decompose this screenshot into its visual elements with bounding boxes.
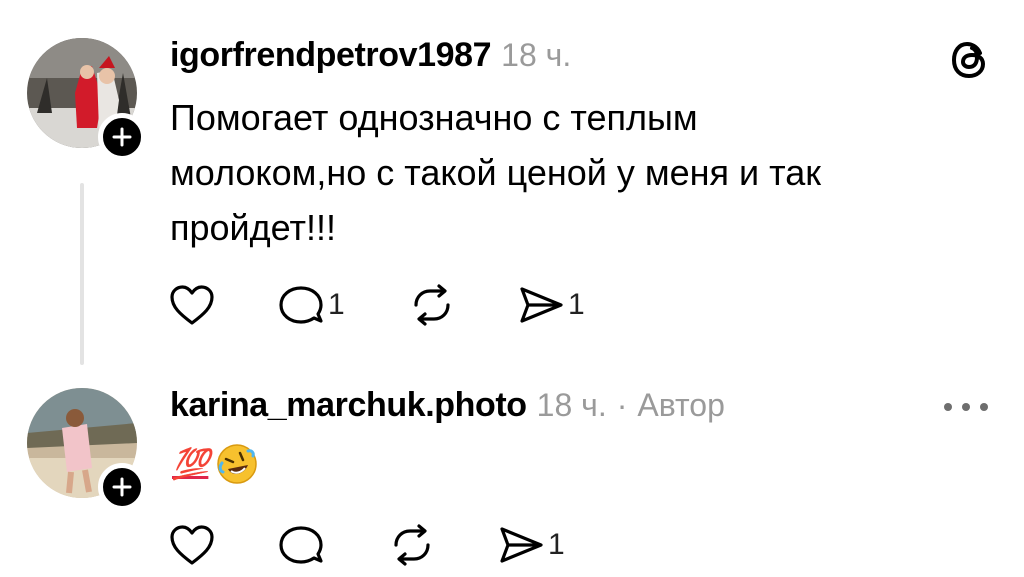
threads-logo-icon[interactable] xyxy=(950,40,990,80)
like-button[interactable] xyxy=(168,523,278,567)
thread-line xyxy=(80,183,84,365)
share-count: 1 xyxy=(568,288,585,321)
repost-icon xyxy=(414,284,450,326)
post-text-line: молоком,но с такой ценой у меня и так xyxy=(170,152,822,193)
post-text-line: Помогает однозначно с теплым xyxy=(170,97,698,138)
more-options-icon[interactable] xyxy=(942,400,990,412)
rolling-laughing-emoji-icon xyxy=(217,444,258,484)
reply: karina_marchuk.photo 18 ч. · Автор 💯 1 xyxy=(0,370,1024,577)
plus-icon xyxy=(112,477,132,497)
repost-button[interactable] xyxy=(388,523,498,567)
follow-button[interactable] xyxy=(98,463,146,511)
reply-body: 💯 xyxy=(172,442,258,486)
follow-button[interactable] xyxy=(98,113,146,161)
post-text-line: пройдет!!! xyxy=(170,207,336,248)
meta-separator: · xyxy=(616,387,628,423)
heart-icon xyxy=(170,525,214,565)
share-icon xyxy=(520,287,563,323)
share-button[interactable]: 1 xyxy=(498,523,598,567)
repost-icon xyxy=(394,524,430,566)
comment-icon xyxy=(279,526,323,564)
share-icon xyxy=(500,527,543,563)
post: igorfrendpetrov1987 18 ч. Помогает одноз… xyxy=(0,0,1024,370)
like-button[interactable] xyxy=(168,283,278,327)
share-count: 1 xyxy=(548,528,565,561)
reply-header: karina_marchuk.photo 18 ч. · Автор xyxy=(170,386,725,425)
timestamp: 18 ч. xyxy=(501,37,572,73)
timestamp: 18 ч. xyxy=(536,387,607,423)
comment-icon xyxy=(279,286,323,324)
hundred-points-emoji: 💯 xyxy=(172,446,209,482)
post-body: Помогает однозначно с теплым молоком,но … xyxy=(170,90,821,255)
share-button[interactable]: 1 xyxy=(518,283,618,327)
comment-button[interactable] xyxy=(278,523,388,567)
post-actions: 1 1 xyxy=(168,282,618,328)
author-badge: Автор xyxy=(637,387,725,423)
plus-icon xyxy=(112,127,132,147)
post-header: igorfrendpetrov1987 18 ч. xyxy=(170,36,571,75)
reply-actions: 1 xyxy=(168,522,598,568)
comment-count: 1 xyxy=(328,288,345,321)
heart-icon xyxy=(170,285,214,325)
comment-button[interactable]: 1 xyxy=(278,283,408,327)
repost-button[interactable] xyxy=(408,283,518,327)
username[interactable]: igorfrendpetrov1987 xyxy=(170,36,492,75)
username[interactable]: karina_marchuk.photo xyxy=(170,386,527,425)
